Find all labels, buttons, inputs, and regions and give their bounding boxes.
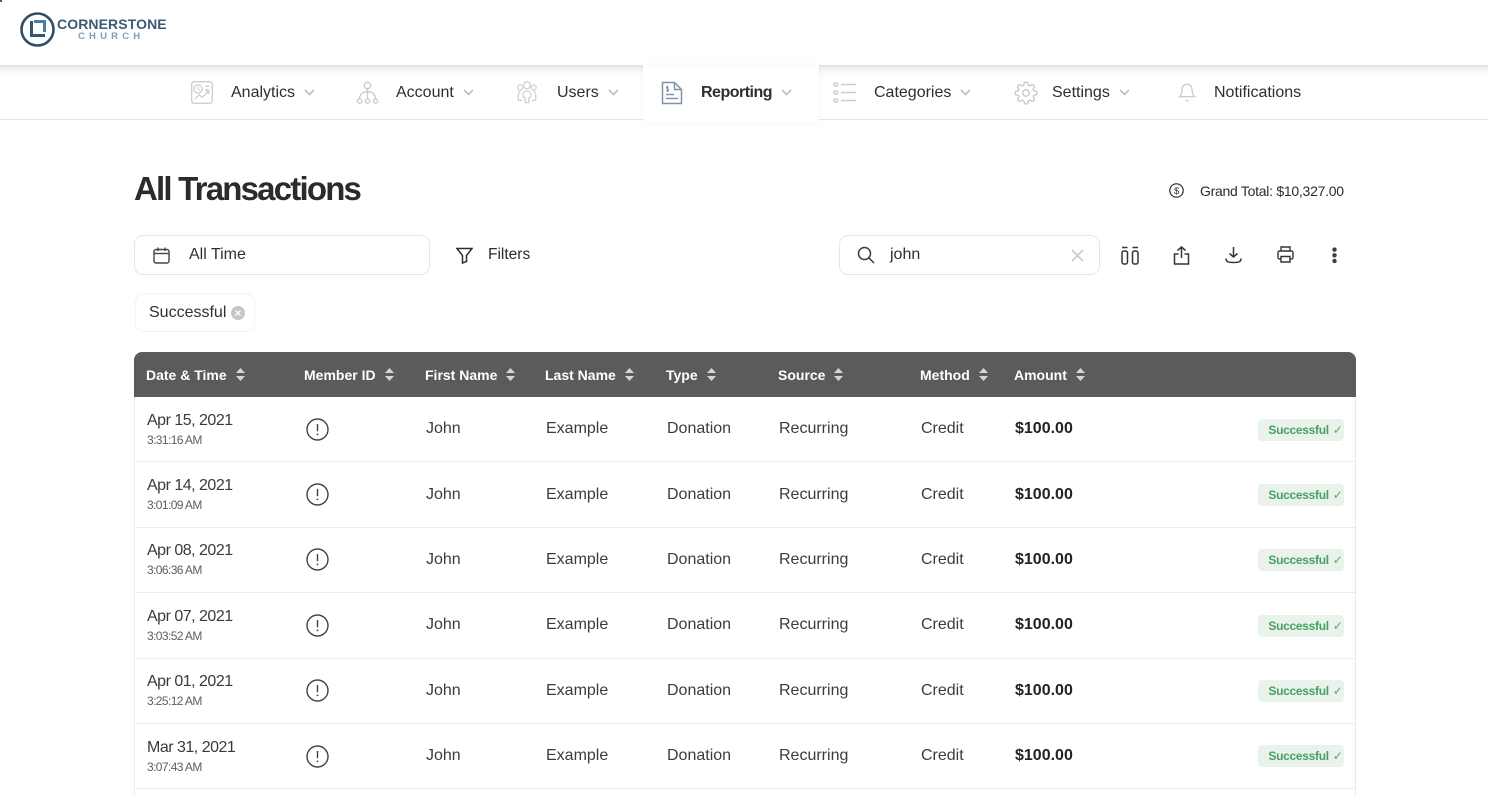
svg-text:$: $ [1174, 186, 1180, 197]
